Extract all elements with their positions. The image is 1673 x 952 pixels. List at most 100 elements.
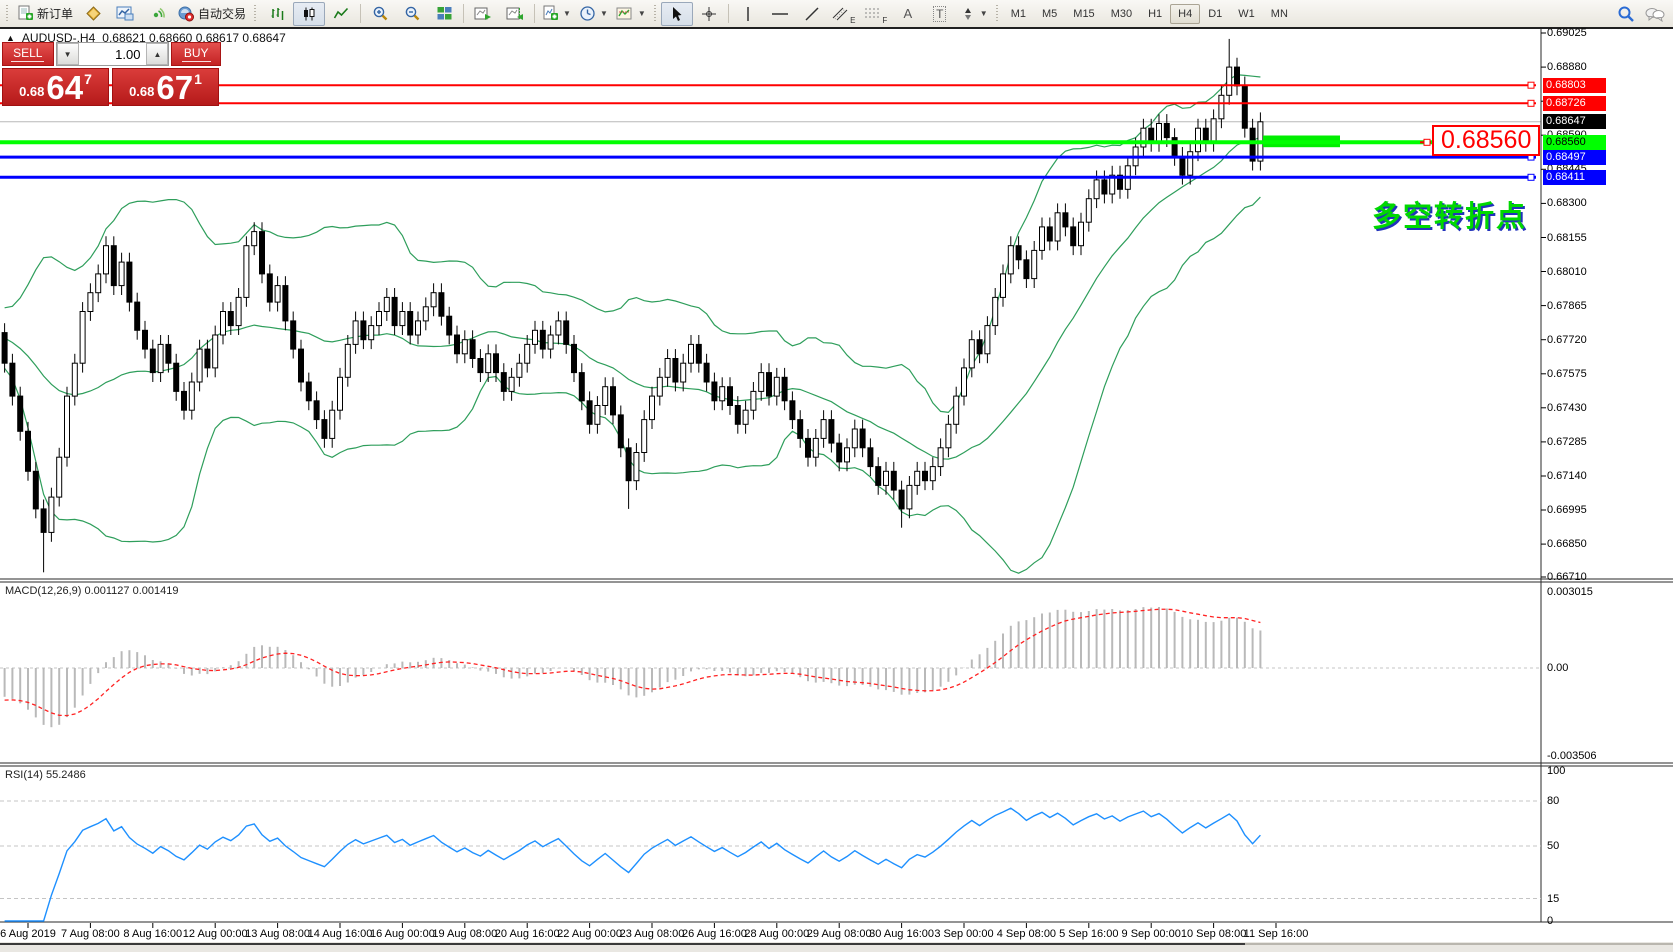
macd-scale-label: 0.00 — [1547, 661, 1568, 675]
current-price-tag: 0.68647 — [1543, 114, 1606, 129]
tile-windows-icon — [436, 5, 453, 22]
autotrading-label: 自动交易 — [198, 5, 246, 22]
toolbar-grip[interactable] — [995, 5, 1000, 23]
trendline-tool-button[interactable] — [796, 2, 828, 26]
sell-price-pip: 7 — [84, 71, 92, 87]
gold-bar-icon — [85, 5, 102, 22]
macd-header: MACD(12,26,9) 0.001127 0.001419 — [5, 585, 178, 597]
text-tool-button[interactable]: A — [892, 2, 924, 26]
window-bottom-border — [0, 942, 1673, 952]
date-label: 11 Sep 16:00 — [1244, 928, 1309, 940]
price-tick-label: 0.67575 — [1547, 367, 1587, 381]
line-chart-button[interactable] — [325, 2, 357, 26]
profiles-button[interactable] — [109, 2, 141, 26]
timeframe-m1-button[interactable]: M1 — [1003, 4, 1034, 24]
chart-shift-button[interactable] — [499, 2, 531, 26]
autotrading-button[interactable]: 自动交易 — [173, 2, 250, 26]
timeframe-h1-button[interactable]: H1 — [1140, 4, 1170, 24]
price-tick-label: 0.68880 — [1547, 60, 1587, 74]
new-order-button[interactable]: 新订单 — [13, 2, 77, 26]
timeframe-m30-button[interactable]: M30 — [1103, 4, 1140, 24]
new-chart-button[interactable] — [77, 2, 109, 26]
vertical-line-tool-button[interactable] — [732, 2, 764, 26]
timeframe-h4-button[interactable]: H4 — [1170, 4, 1200, 24]
line-price-tag: 0.68726 — [1543, 96, 1606, 111]
volume-control: ▼ ▲ — [56, 42, 170, 66]
price-tick-label: 0.67865 — [1547, 299, 1587, 313]
buy-button[interactable]: BUY — [171, 42, 221, 66]
indicators-button[interactable]: ▼ — [538, 2, 575, 26]
price-annotation-box[interactable]: 0.68560 — [1432, 125, 1540, 156]
timeframe-m15-button[interactable]: M15 — [1065, 4, 1102, 24]
price-tick-label: 0.67140 — [1547, 469, 1587, 483]
signals-button[interactable] — [141, 2, 173, 26]
date-label: 16 Aug 00:00 — [370, 928, 435, 940]
macd-scale-label: 0.003015 — [1547, 585, 1593, 599]
text-label-tool-button[interactable]: T — [924, 2, 956, 26]
timeframe-d1-button[interactable]: D1 — [1200, 4, 1230, 24]
search-icon[interactable] — [1617, 5, 1635, 23]
volume-input[interactable] — [79, 43, 147, 65]
dropdown-arrow-icon: ▼ — [563, 9, 571, 18]
template-icon — [616, 6, 634, 22]
toolbar-grip[interactable] — [5, 5, 10, 23]
arrows-tool-button[interactable]: ▼ — [956, 2, 992, 26]
timeframe-mn-button[interactable]: MN — [1263, 4, 1296, 24]
horizontal-line-tool-button[interactable] — [764, 2, 796, 26]
price-tick-label: 0.68155 — [1547, 231, 1587, 245]
volume-increase-button[interactable]: ▲ — [146, 43, 168, 65]
price-tick-label: 0.67285 — [1547, 435, 1587, 449]
line-price-tag: 0.68803 — [1543, 78, 1606, 93]
timeframe-w1-button[interactable]: W1 — [1230, 4, 1263, 24]
cursor-icon — [669, 6, 684, 22]
macd-scale-label: -0.003506 — [1547, 749, 1597, 763]
line-handle[interactable] — [1528, 82, 1534, 88]
tile-windows-button[interactable] — [428, 2, 460, 26]
date-label: 29 Aug 08:00 — [807, 928, 872, 940]
candlestick-chart-icon — [301, 6, 317, 22]
text-label-icon: T — [933, 6, 946, 22]
signal-icon — [149, 5, 166, 22]
turning-point-annotation[interactable]: 多空转折点 — [1372, 193, 1527, 235]
line-handle[interactable] — [1528, 100, 1534, 106]
sell-button[interactable]: SELL — [2, 42, 54, 66]
chart-shift-icon — [506, 6, 524, 22]
buy-price-big: 67 — [156, 73, 193, 103]
date-label: 3 Sep 00:00 — [934, 928, 993, 940]
price-tick-label: 0.66710 — [1547, 570, 1587, 584]
timeframe-m5-button[interactable]: M5 — [1034, 4, 1065, 24]
price-tick-label: 0.67430 — [1547, 401, 1587, 415]
equidistant-channel-icon — [832, 6, 849, 22]
trendline-icon — [804, 6, 820, 22]
buy-price-pip: 1 — [194, 71, 202, 87]
line-price-tag: 0.68497 — [1543, 150, 1606, 165]
volume-decrease-button[interactable]: ▼ — [57, 43, 79, 65]
zoom-out-button[interactable] — [396, 2, 428, 26]
dropdown-arrow-icon: ▼ — [980, 9, 988, 18]
buy-price-button[interactable]: 0.68 67 1 — [112, 68, 219, 106]
auto-scroll-button[interactable] — [467, 2, 499, 26]
periods-button[interactable]: ▼ — [575, 2, 612, 26]
candlestick-chart-button[interactable] — [293, 2, 325, 26]
toolbar-grip[interactable] — [253, 5, 258, 23]
toolbar-grip[interactable] — [653, 5, 658, 23]
chart-canvas[interactable] — [0, 27, 1673, 942]
new-order-icon — [17, 5, 34, 22]
templates-button[interactable]: ▼ — [612, 2, 650, 26]
crosshair-tool-button[interactable] — [693, 2, 725, 26]
crosshair-icon — [701, 6, 717, 22]
rsi-scale-label: 80 — [1547, 794, 1559, 808]
new-order-label: 新订单 — [37, 5, 73, 22]
date-label: 5 Sep 16:00 — [1059, 928, 1118, 940]
annotation-handle[interactable] — [1424, 139, 1430, 145]
sell-price-button[interactable]: 0.68 64 7 — [2, 68, 109, 106]
fibonacci-tool-button[interactable]: F — [860, 2, 892, 26]
cursor-tool-button[interactable] — [661, 2, 693, 26]
bar-chart-button[interactable] — [261, 2, 293, 26]
chat-icon[interactable] — [1645, 6, 1665, 22]
dropdown-arrow-icon: ▼ — [638, 9, 646, 18]
equidistant-channel-tool-button[interactable]: E — [828, 2, 860, 26]
line-handle[interactable] — [1528, 174, 1534, 180]
zoom-in-button[interactable] — [364, 2, 396, 26]
toolbar: 新订单 自动交易 — [0, 0, 1673, 27]
